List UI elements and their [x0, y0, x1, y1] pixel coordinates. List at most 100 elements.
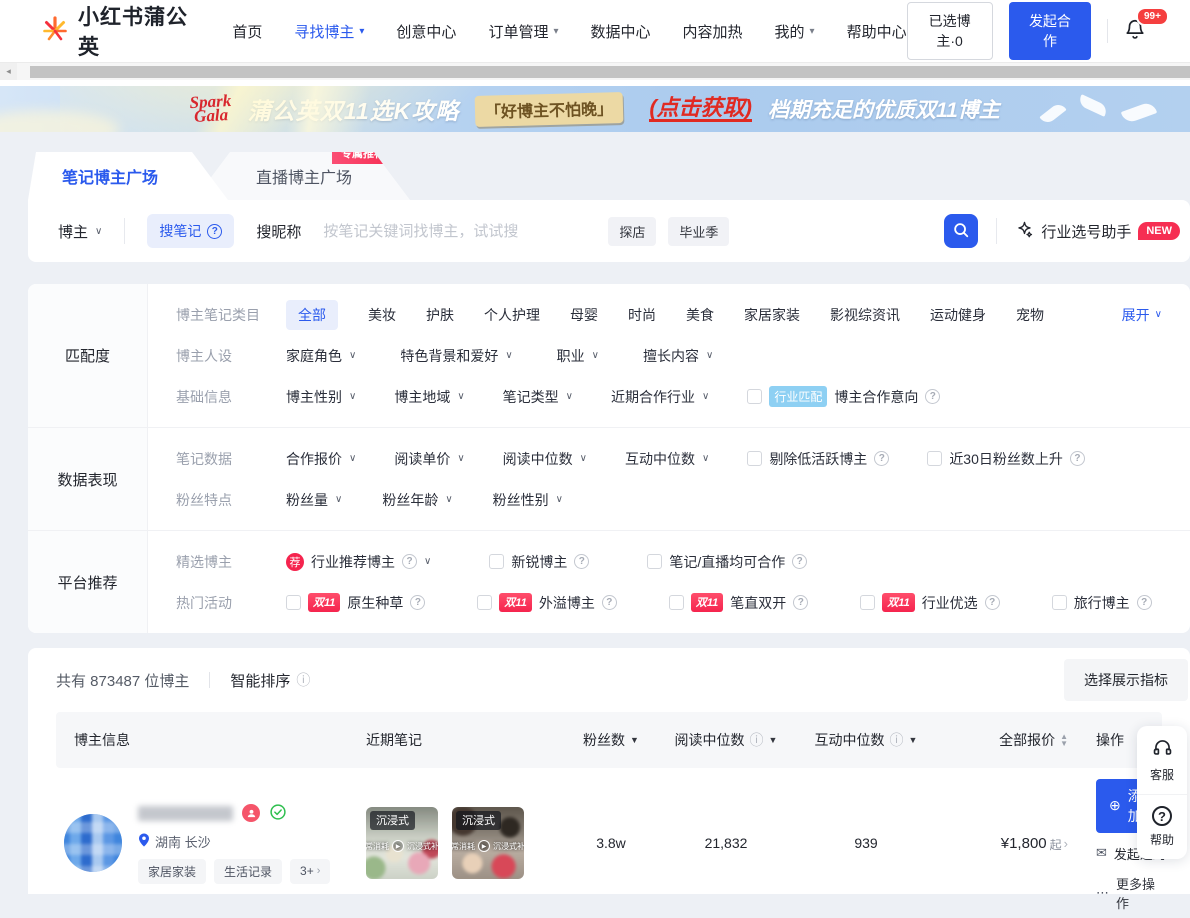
checkbox-travel-blogger[interactable]: 旅行博主 ? — [1052, 593, 1152, 613]
help-icon[interactable]: ? — [1070, 451, 1085, 466]
search-scope-dropdown[interactable]: 博主 ∨ — [58, 221, 102, 242]
table-row[interactable]: 湖南 长沙 家居家装 生活记录 3+ › — [56, 768, 1162, 918]
notification-bell-icon[interactable]: 99+ — [1124, 17, 1146, 46]
dropdown-read-median[interactable]: 阅读中位数∨ — [503, 449, 587, 469]
expand-link[interactable]: 展开∨ — [1122, 305, 1162, 325]
dropdown-fans-gender[interactable]: 粉丝性别∨ — [493, 490, 563, 510]
dropdown-gender[interactable]: 博主性别∨ — [286, 387, 356, 407]
category-option[interactable]: 美食 — [686, 305, 714, 325]
info-icon[interactable]: ⓘ — [296, 670, 310, 690]
dropdown-industry-recommend[interactable]: 荐 行业推荐博主 ? ∨ — [286, 552, 431, 572]
blogger-tag-more[interactable]: 3+ › — [290, 859, 330, 884]
nav-find-blogger[interactable]: 寻找博主▾ — [294, 21, 364, 42]
search-mode-note[interactable]: 搜笔记 ? — [147, 214, 234, 248]
help-icon[interactable]: ? — [874, 451, 889, 466]
nav-help-center[interactable]: 帮助中心 — [847, 21, 907, 42]
checkbox[interactable] — [747, 451, 762, 466]
choose-metrics-button[interactable]: 选择展示指标 — [1064, 659, 1188, 701]
checkbox-double11-native[interactable]: 双11 原生种草 ? — [286, 593, 425, 613]
help-icon[interactable]: ? — [925, 389, 940, 404]
checkbox[interactable] — [747, 389, 762, 404]
category-option[interactable]: 家居家装 — [744, 305, 800, 325]
help-icon[interactable]: ? — [207, 224, 222, 239]
checkbox-double11-industry-select[interactable]: 双11 行业优选 ? — [860, 593, 999, 613]
info-icon[interactable]: ⓘ — [750, 730, 764, 750]
note-thumbnail[interactable]: 沉浸式 日常消耗 ▶ 沉浸式补货 — [452, 807, 524, 879]
checkbox-note-live-both[interactable]: 笔记/直播均可合作 ? — [647, 552, 807, 572]
nav-data-center[interactable]: 数据中心 — [590, 21, 650, 42]
checkbox[interactable] — [489, 554, 504, 569]
checkbox[interactable] — [477, 595, 492, 610]
checkbox[interactable] — [669, 595, 684, 610]
search-button[interactable] — [944, 214, 978, 248]
selected-bloggers-button[interactable]: 已选博主·0 — [907, 2, 993, 60]
header-fans-count[interactable]: 粉丝数 ▼ — [566, 730, 656, 750]
search-input[interactable] — [323, 223, 608, 240]
price-cell[interactable]: ¥1,800 起 › — [936, 834, 1096, 853]
help-icon[interactable]: ? — [574, 554, 589, 569]
dropdown-occupation[interactable]: 职业∨ — [557, 346, 599, 366]
sort-desc-icon[interactable]: ▼ — [630, 735, 639, 745]
help-icon[interactable]: ? — [1137, 595, 1152, 610]
header-interact-median[interactable]: 互动中位数 ⓘ ▼ — [796, 730, 936, 750]
category-option[interactable]: 影视综资讯 — [830, 305, 900, 325]
checkbox-remove-low-active[interactable]: 剔除低活跃博主 ? — [747, 449, 889, 469]
checkbox[interactable] — [647, 554, 662, 569]
checkbox-industry-match-intent[interactable]: 行业匹配 博主合作意向 ? — [747, 386, 940, 407]
scrollbar-thumb[interactable] — [30, 66, 1190, 78]
tab-note-blogger-plaza[interactable]: 笔记博主广场 — [28, 152, 228, 200]
nav-home[interactable]: 首页 — [232, 21, 262, 42]
dropdown-collab-price[interactable]: 合作报价∨ — [286, 449, 356, 469]
nav-mine[interactable]: 我的▾ — [775, 21, 815, 42]
category-option[interactable]: 美妆 — [368, 305, 396, 325]
brand-logo[interactable]: 小红书蒲公英 — [40, 1, 192, 61]
sort-desc-icon[interactable]: ▼ — [769, 735, 778, 745]
dropdown-region[interactable]: 博主地域∨ — [394, 387, 464, 407]
category-option[interactable]: 全部 — [286, 300, 338, 330]
checkbox-double11-note-live[interactable]: 双11 笔直双开 ? — [669, 593, 808, 613]
nav-order-mgmt[interactable]: 订单管理▾ — [488, 21, 558, 42]
dropdown-recent-industry[interactable]: 近期合作行业∨ — [611, 387, 709, 407]
horizontal-scrollbar[interactable]: ◂ — [0, 62, 1190, 80]
dropdown-interact-median[interactable]: 互动中位数∨ — [625, 449, 709, 469]
category-option[interactable]: 运动健身 — [930, 305, 986, 325]
category-option[interactable]: 时尚 — [628, 305, 656, 325]
dropdown-content-skill[interactable]: 擅长内容∨ — [643, 346, 713, 366]
dropdown-note-type[interactable]: 笔记类型∨ — [503, 387, 573, 407]
dropdown-read-unit-price[interactable]: 阅读单价∨ — [394, 449, 464, 469]
info-icon[interactable]: ⓘ — [890, 730, 904, 750]
promo-banner[interactable]: SparkGala 蒲公英双11选K攻略 「好博主不怕晚」 (点击获取) 档期充… — [0, 86, 1190, 132]
hot-keyword-tandian[interactable]: 探店 — [608, 217, 656, 246]
search-mode-nickname[interactable]: 搜昵称 — [256, 221, 301, 242]
tab-live-blogger-plaza[interactable]: 直播博主广场 专属推荐 — [194, 152, 410, 200]
sort-desc-icon[interactable]: ▼ — [909, 735, 918, 745]
checkbox[interactable] — [860, 595, 875, 610]
help-button[interactable]: ? 帮助 — [1137, 794, 1187, 859]
help-icon[interactable]: ? — [792, 554, 807, 569]
scroll-left-icon[interactable]: ◂ — [0, 63, 17, 80]
blogger-name-blurred[interactable] — [138, 806, 233, 821]
industry-assistant-link[interactable]: 行业选号助手 NEW — [1015, 220, 1180, 243]
checkbox-fans-rising-30d[interactable]: 近30日粉丝数上升 ? — [927, 449, 1085, 469]
avatar[interactable] — [64, 814, 122, 872]
checkbox[interactable] — [286, 595, 301, 610]
dropdown-background-hobby[interactable]: 特色背景和爱好∨ — [400, 346, 512, 366]
smart-sort-control[interactable]: 智能排序 ⓘ — [230, 670, 310, 691]
customer-service-button[interactable]: 客服 — [1137, 726, 1187, 794]
category-option[interactable]: 个人护理 — [484, 305, 540, 325]
checkbox-new-blogger[interactable]: 新锐博主 ? — [489, 552, 589, 572]
dropdown-fans-age[interactable]: 粉丝年龄∨ — [382, 490, 452, 510]
note-thumbnail[interactable]: 沉浸式 日常消耗 ▶ 沉浸式补货 — [366, 807, 438, 879]
start-collab-button[interactable]: 发起合作 — [1009, 2, 1092, 60]
help-icon[interactable]: ? — [410, 595, 425, 610]
header-read-median[interactable]: 阅读中位数 ⓘ ▼ — [656, 730, 796, 750]
category-option[interactable]: 母婴 — [570, 305, 598, 325]
help-icon[interactable]: ? — [402, 554, 417, 569]
nav-content-heat[interactable]: 内容加热 — [683, 21, 743, 42]
more-actions-link[interactable]: ⋯ 更多操作 — [1096, 874, 1168, 912]
dropdown-fans-count[interactable]: 粉丝量∨ — [286, 490, 342, 510]
help-icon[interactable]: ? — [793, 595, 808, 610]
category-option[interactable]: 护肤 — [426, 305, 454, 325]
help-icon[interactable]: ? — [985, 595, 1000, 610]
hot-keyword-biyeji[interactable]: 毕业季 — [668, 217, 729, 246]
